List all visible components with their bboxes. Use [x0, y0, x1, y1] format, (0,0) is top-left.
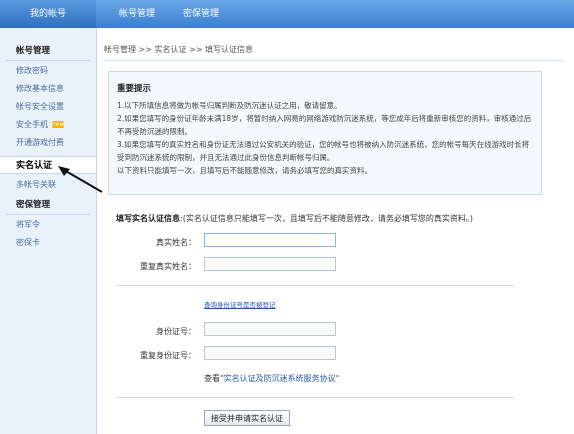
new-badge: new	[52, 121, 65, 128]
tab-account-management[interactable]: 帐号管理	[112, 0, 162, 28]
sidebar-item-game-payment[interactable]: 开通游戏付费	[0, 134, 96, 152]
agreement-prefix: 查看	[204, 374, 220, 383]
notice-line: 以下资料只能填写一次，且填写后不能随意修改，请务必填写您的真实资料。	[117, 166, 372, 175]
top-nav-bar: 我的帐号 帐号管理 密保管理	[0, 0, 574, 28]
submit-button[interactable]: 接受并申请实名认证	[204, 410, 290, 426]
form-divider	[116, 285, 514, 286]
id-number-label: 身份证号：	[156, 327, 196, 336]
agreement-text: 查看"实名认证及防沉迷系统服务协议"	[204, 373, 339, 384]
pointer-arrow-icon	[58, 166, 103, 193]
real-name-input[interactable]	[204, 233, 336, 247]
sidebar-item-edit-info[interactable]: 修改基本信息	[0, 80, 96, 98]
important-notice: 重要提示 1.以下所填信息将做为帐号归属判断及防沉迷认证之用，敬请留意。 2.如…	[108, 71, 542, 195]
id-registration-query-link[interactable]: 查询身份证号是否被登记	[204, 299, 276, 309]
notice-line: 1.以下所填信息将做为帐号归属判断及防沉迷认证之用，敬请留意。	[117, 101, 342, 110]
sidebar-item-security-settings[interactable]: 帐号安全设置	[0, 98, 96, 116]
notice-title: 重要提示	[117, 84, 152, 94]
form-heading-title: 填写实名认证信息	[116, 214, 180, 223]
sidebar-section-security: 密保管理	[16, 200, 51, 210]
real-name-label: 真实姓名：	[156, 238, 196, 247]
id-number-confirm-input[interactable]	[204, 346, 336, 360]
sidebar-item-safe-phone[interactable]: 安全手机 new	[0, 116, 96, 134]
agreement-link[interactable]: "实名认证及防沉迷系统服务协议"	[220, 374, 339, 383]
id-number-input[interactable]	[204, 322, 336, 336]
sidebar-divider	[6, 214, 90, 215]
sidebar-section-account: 帐号管理	[16, 46, 51, 56]
sidebar: 帐号管理 修改密码 修改基本信息 帐号安全设置 安全手机 new 开通游戏付费 实…	[0, 28, 97, 434]
notice-line: 3.如果您填写的真实姓名和身份证无法通过公安机关的验证，您的帐号也将被纳入防沉迷…	[117, 140, 530, 162]
real-name-confirm-label: 重复真实姓名：	[140, 262, 196, 271]
form-divider	[116, 397, 514, 398]
sidebar-item-security-card[interactable]: 密保卡	[0, 234, 96, 252]
sidebar-item-token[interactable]: 将军令	[0, 216, 96, 234]
form-heading-note: :(实名认证信息只能填写一次，且填写后不能随意修改，请务必填写您的真实资料。)	[180, 214, 473, 223]
sidebar-divider	[6, 60, 90, 61]
id-number-confirm-label: 重复身份证号：	[140, 351, 196, 360]
tab-my-account[interactable]: 我的帐号	[0, 0, 96, 28]
form-heading: 填写实名认证信息:(实名认证信息只能填写一次，且填写后不能随意修改，请务必填写您…	[116, 213, 473, 224]
notice-line: 2.如果您填写的身份证年龄未满18岁，将暂时纳入网易的网络游戏防沉迷系统，等您成…	[117, 114, 532, 136]
breadcrumb: 帐号管理 >> 实名认证 >> 填写认证信息	[104, 45, 253, 54]
sidebar-item-change-password[interactable]: 修改密码	[0, 62, 96, 80]
tab-security-management[interactable]: 密保管理	[176, 0, 226, 28]
sidebar-item-label: 安全手机	[16, 120, 48, 129]
real-name-confirm-input[interactable]	[204, 257, 336, 271]
breadcrumb-divider	[104, 60, 564, 61]
